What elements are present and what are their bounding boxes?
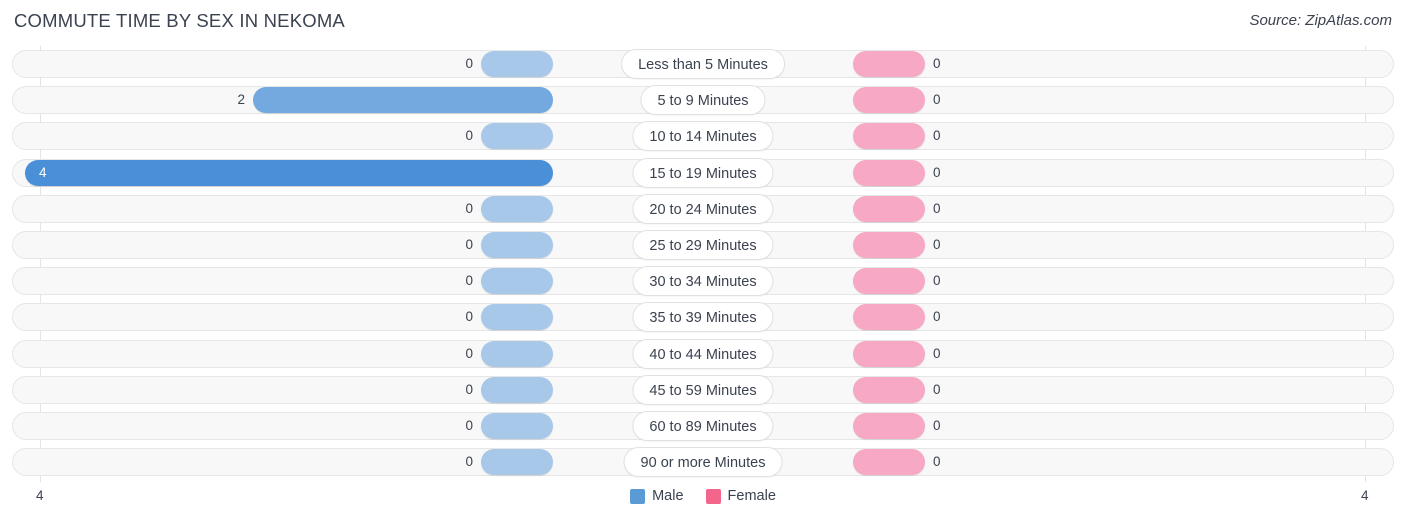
chart-rows: 0 0 Less than 5 Minutes 2 0 5 to 9 Minutes 0 0 1… [0,46,1406,480]
chart-legend: Male Female [0,488,1406,504]
value-label-female: 0 [933,454,941,470]
value-label-male: 0 [465,381,473,397]
chart-header: COMMUTE TIME BY SEX IN NEKOMA Source: Zi… [0,0,1406,46]
bar-female[interactable] [853,376,925,403]
category-label-pill: 10 to 14 Minutes [632,121,774,152]
category-label-pill: 45 to 59 Minutes [632,374,774,405]
category-label-pill: 60 to 89 Minutes [632,410,774,441]
chart-row: 0 0 60 to 89 Minutes [0,408,1406,444]
bar-male[interactable] [481,304,553,331]
value-label-male: 4 [39,164,47,180]
chart-row: 0 0 40 to 44 Minutes [0,336,1406,372]
category-label-pill: 5 to 9 Minutes [640,85,766,116]
value-label-female: 0 [933,200,941,216]
value-label-male: 0 [465,454,473,470]
legend-item[interactable]: Female [705,488,776,504]
bar-female[interactable] [853,87,925,114]
chart-footer: 4 4 Male Female [0,482,1406,523]
bar-female[interactable] [853,412,925,439]
category-label-pill: 35 to 39 Minutes [632,302,774,333]
value-label-male: 0 [465,128,473,144]
category-label-pill: 30 to 34 Minutes [632,266,774,297]
bar-male[interactable] [253,87,553,114]
value-label-female: 0 [933,309,941,325]
bar-male[interactable] [481,340,553,367]
legend-label: Male [652,488,684,504]
bar-male[interactable] [481,195,553,222]
chart-row: 4 0 15 to 19 Minutes [0,155,1406,191]
category-label-pill: 40 to 44 Minutes [632,338,774,369]
bar-male[interactable] [25,159,553,186]
value-label-male: 2 [237,92,245,108]
bar-male[interactable] [481,268,553,295]
value-label-male: 0 [465,417,473,433]
bar-female[interactable] [853,268,925,295]
value-label-female: 0 [933,236,941,252]
bar-female[interactable] [853,159,925,186]
value-label-female: 0 [933,345,941,361]
bar-female[interactable] [853,123,925,150]
category-label-pill: Less than 5 Minutes [621,49,785,79]
chart-row: 0 0 45 to 59 Minutes [0,372,1406,408]
chart-row: 0 0 25 to 29 Minutes [0,227,1406,263]
value-label-female: 0 [933,273,941,289]
source-attribution: Source: ZipAtlas.com [1249,12,1392,29]
bar-female[interactable] [853,231,925,258]
category-label-pill: 90 or more Minutes [623,447,783,478]
chart-row: 2 0 5 to 9 Minutes [0,82,1406,118]
value-label-female: 0 [933,92,941,108]
value-label-female: 0 [933,164,941,180]
value-label-male: 0 [465,273,473,289]
value-label-female: 0 [933,417,941,433]
legend-swatch-icon [705,488,721,504]
value-label-male: 0 [465,309,473,325]
chart-row: 0 0 Less than 5 Minutes [0,46,1406,82]
value-label-female: 0 [933,128,941,144]
bar-female[interactable] [853,449,925,476]
bar-male[interactable] [481,231,553,258]
chart-plot-area: 0 0 Less than 5 Minutes 2 0 5 to 9 Minutes 0 0 1… [0,46,1406,482]
category-label-pill: 20 to 24 Minutes [632,193,774,224]
legend-swatch-icon [630,488,646,504]
value-label-male: 0 [465,236,473,252]
chart-row: 0 0 20 to 24 Minutes [0,191,1406,227]
bar-female[interactable] [853,195,925,222]
legend-item[interactable]: Male [630,488,684,504]
value-label-female: 0 [933,381,941,397]
value-label-male: 0 [465,345,473,361]
bar-male[interactable] [481,376,553,403]
category-label-pill: 15 to 19 Minutes [632,157,774,188]
chart-row: 0 0 10 to 14 Minutes [0,118,1406,154]
chart-row: 0 0 90 or more Minutes [0,444,1406,480]
bar-male[interactable] [481,123,553,150]
bar-male[interactable] [481,449,553,476]
bar-male[interactable] [481,51,553,77]
legend-label: Female [727,488,776,504]
bar-female[interactable] [853,51,925,77]
chart-row: 0 0 30 to 34 Minutes [0,263,1406,299]
chart-row: 0 0 35 to 39 Minutes [0,299,1406,335]
value-label-male: 0 [465,200,473,216]
value-label-female: 0 [933,56,941,71]
page-title: COMMUTE TIME BY SEX IN NEKOMA [14,10,345,31]
value-label-male: 0 [465,56,473,71]
bar-female[interactable] [853,340,925,367]
bar-female[interactable] [853,304,925,331]
bar-male[interactable] [481,412,553,439]
category-label-pill: 25 to 29 Minutes [632,229,774,260]
